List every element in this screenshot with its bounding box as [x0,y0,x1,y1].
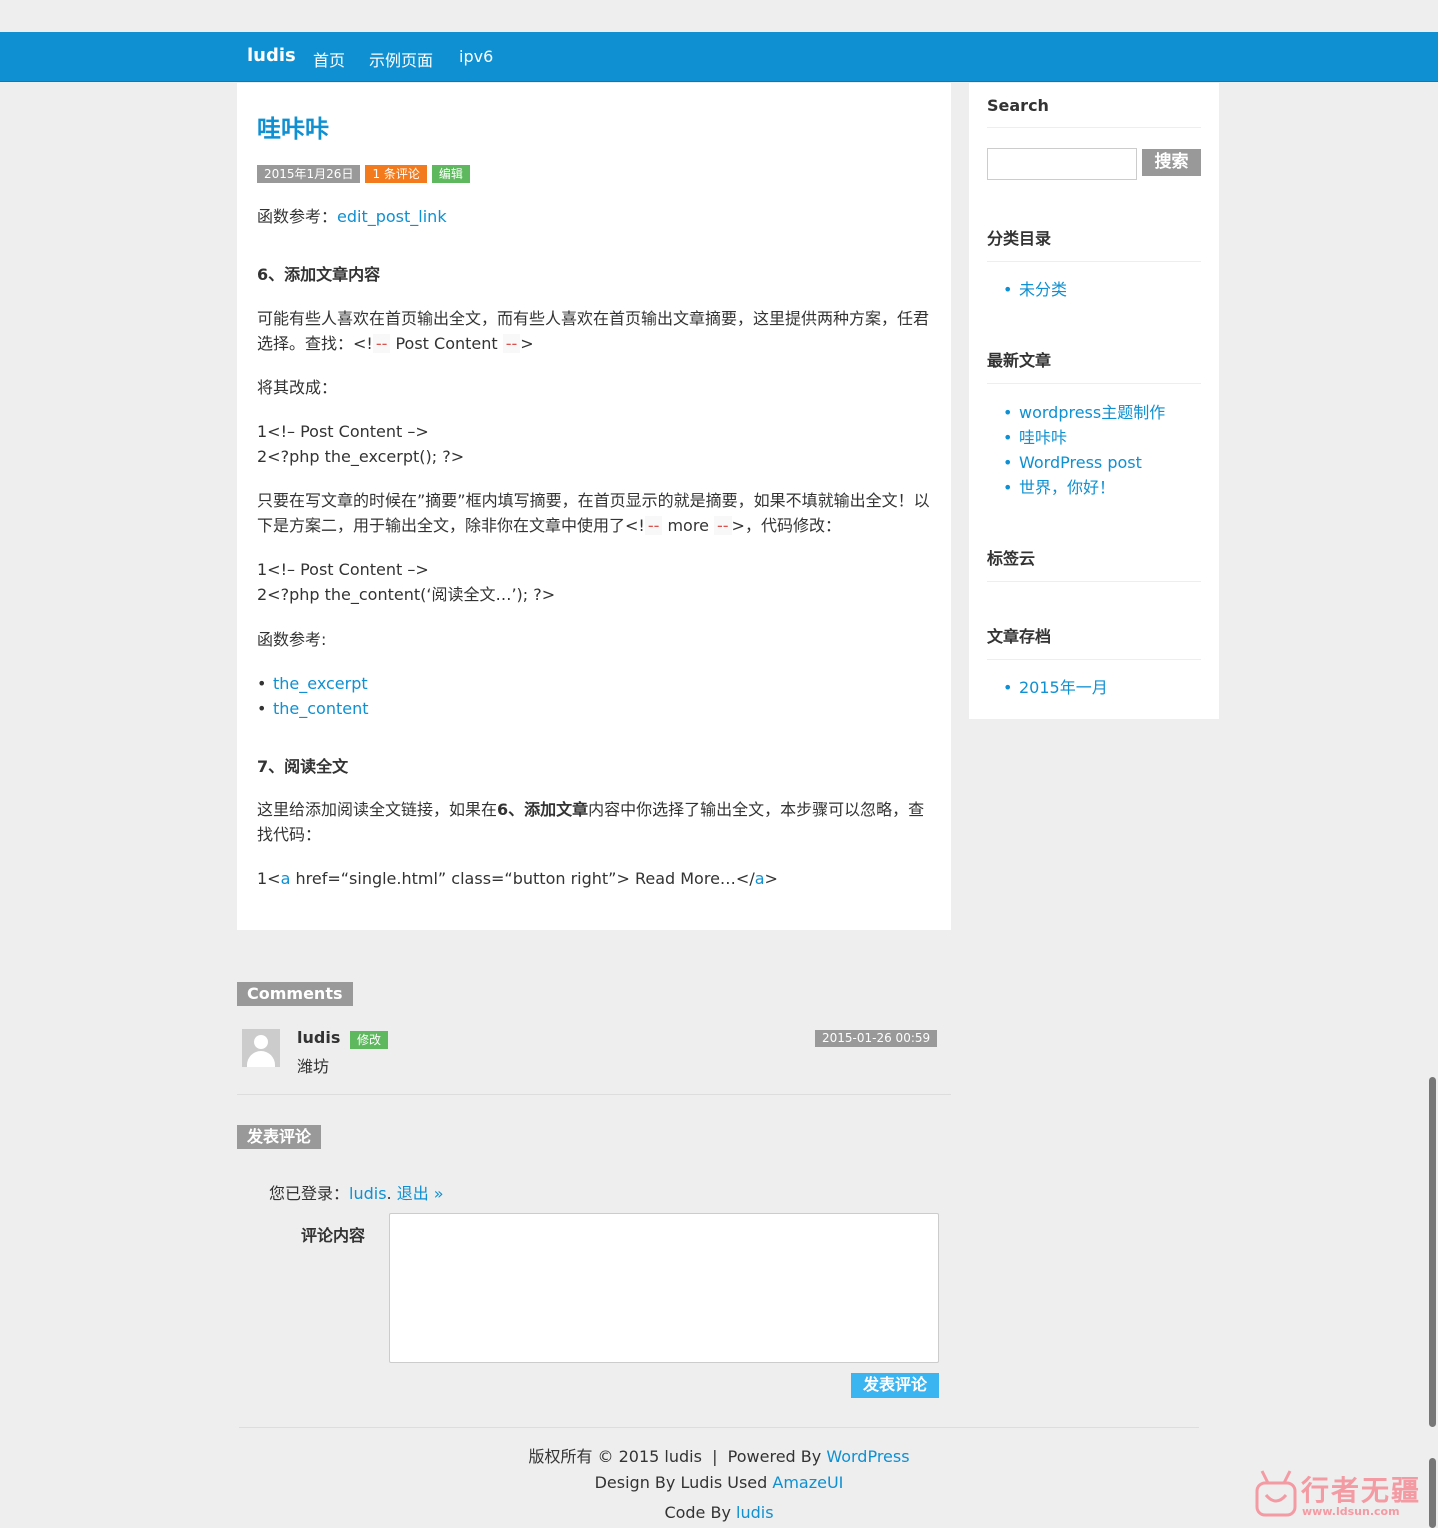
footer-line-3: Code By ludis [664,1503,774,1522]
footer-divider [239,1427,1199,1428]
comment-edit-badge[interactable]: 修改 [350,1031,389,1049]
amazeui-link[interactable]: AmazeUI [772,1473,843,1492]
comment-text: 潍坊 [297,1057,330,1076]
submit-comment-button[interactable]: 发表评论 [851,1373,939,1398]
watermark-url: www.ldsun.com [1302,1505,1400,1518]
edit-post-badge[interactable]: 编辑 [431,165,470,183]
post-title[interactable]: 哇咔咔 [257,109,329,144]
link-the-content[interactable]: the_content [257,696,368,721]
comments-title: Comments [237,982,353,1006]
sidebar-categories-title: 分类目录 [987,225,1201,262]
paragraph-3: 只要在写文章的时候在”摘要”框内填写摘要，在首页显示的就是摘要，如果不填就输出全… [257,491,930,535]
reply-title: 发表评论 [237,1125,322,1149]
recent-post-link[interactable]: 哇咔咔 [1003,425,1067,450]
search-input[interactable] [987,148,1137,180]
code-block-1: 1<!– Post Content –> 2<?php the_excerpt(… [257,422,465,466]
category-link[interactable]: 未分类 [1003,277,1067,302]
wordpress-link[interactable]: WordPress [826,1447,909,1466]
nav-item-ipv6[interactable]: ipv6 [459,47,493,66]
recent-post-link[interactable]: wordpress主题制作 [1003,400,1165,425]
code-block-3: 1<a href=“single.html” class=“button rig… [257,869,778,888]
sidebar-search-title: Search [987,96,1201,128]
watermark-text: 行者无疆 [1301,1474,1422,1507]
divider [237,1094,951,1095]
scrollbar-thumb[interactable] [1429,1077,1436,1427]
recent-post-link[interactable]: WordPress post [1003,450,1142,475]
sidebar: Search 搜索 分类目录 未分类 最新文章 wordpress主题制作 哇咔… [969,83,1219,719]
scrollbar-track-end[interactable] [1429,1458,1436,1528]
footer-line-1: 版权所有 © 2015 ludis | Powered By WordPress [528,1447,910,1466]
post-meta: 2015年1月26日 1 条评论 编辑 [257,165,470,183]
heading-read-more: 7、阅读全文 [257,757,349,776]
watermark-logo: 行者无疆 www.ldsun.com [1254,1467,1429,1522]
comment-count-badge[interactable]: 1 条评论 [365,165,427,183]
user-link[interactable]: ludis [349,1184,387,1203]
search-button[interactable]: 搜索 [1142,149,1201,176]
sidebar-tags-title: 标签云 [987,545,1201,582]
paragraph-5: 这里给添加阅读全文链接，如果在6、添加文章内容中你选择了输出全文，本步骤可以忽略… [257,800,925,844]
comment-textarea[interactable] [389,1213,939,1363]
heading-add-content: 6、添加文章内容 [257,265,381,284]
footer-line-2: Design By Ludis Used AmazeUI [594,1473,844,1492]
comment-content-label: 评论内容 [301,1226,366,1245]
sidebar-archive-title: 文章存档 [987,623,1201,660]
comment-author: ludis [297,1028,341,1047]
top-navbar: ludis 首页 示例页面 ipv6 [0,32,1438,82]
author-link[interactable]: ludis [736,1503,774,1522]
archive-link[interactable]: 2015年一月 [1003,675,1108,700]
avatar [242,1029,280,1067]
comment-date-badge: 2015-01-26 00:59 [815,1030,938,1047]
post-date-badge: 2015年1月26日 [257,165,361,183]
gift-icon [1255,1470,1297,1517]
code-block-2: 1<!– Post Content –> 2<?php the_content(… [257,560,556,604]
brand-link[interactable]: ludis [247,45,296,66]
paragraph-4: 函数参考: [257,630,327,649]
recent-post-link[interactable]: 世界，你好！ [1003,475,1115,500]
article-panel: 哇咔咔 2015年1月26日 1 条评论 编辑 函数参考：edit_post_l… [237,83,951,930]
nav-item-sample-page[interactable]: 示例页面 [369,47,433,71]
nav-item-home[interactable]: 首页 [313,47,345,71]
edit-post-link[interactable]: edit_post_link [337,207,447,226]
sidebar-recent-title: 最新文章 [987,347,1201,384]
logged-in-text: 您已登录：ludis. 退出 » [269,1184,444,1203]
paragraph-ref: 函数参考：edit_post_link [257,207,447,226]
paragraph-1: 可能有些人喜欢在首页输出全文，而有些人喜欢在首页输出文章摘要，这里提供两种方案，… [257,309,930,353]
paragraph-2: 将其改成： [257,378,338,397]
logout-link[interactable]: 退出 » [397,1184,444,1203]
link-the-excerpt[interactable]: the_excerpt [257,671,368,696]
